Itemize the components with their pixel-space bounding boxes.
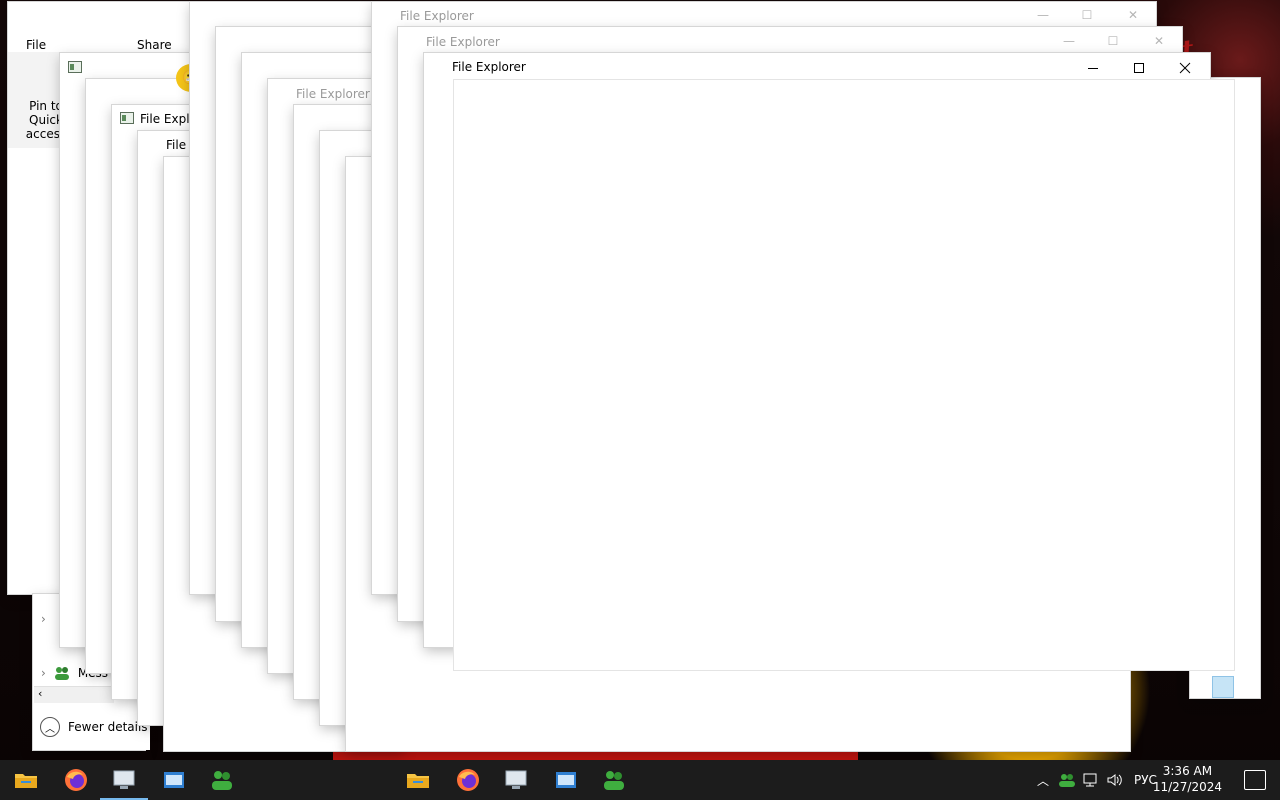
clock-date: 11/27/2024 [1152, 780, 1222, 794]
firefox-icon [65, 769, 87, 791]
taskbar-firefox[interactable] [62, 766, 90, 794]
taskbar: ︿ РУС 3:36 AM 11/27/2024 [0, 760, 1280, 800]
computer-icon [505, 770, 527, 789]
explorer-content-pane[interactable] [454, 80, 1234, 670]
chevron-up-icon: ︿ [40, 717, 60, 737]
folder-icon [407, 774, 429, 788]
network-icon[interactable] [1082, 772, 1100, 788]
window-app-icon [164, 772, 184, 788]
chevron-left-icon[interactable]: ‹ [38, 687, 42, 700]
window-title: File Explorer [426, 35, 500, 49]
users-icon [54, 667, 69, 680]
system-tray: ︿ РУС [1034, 760, 1157, 800]
taskbar-file-explorer-2[interactable] [404, 766, 432, 794]
taskbar-firefox-2[interactable] [454, 766, 482, 794]
taskbar-users-2[interactable] [600, 766, 628, 794]
close-button[interactable]: ✕ [1116, 4, 1150, 26]
close-button[interactable] [1162, 53, 1208, 83]
tab-share[interactable]: Share [137, 38, 172, 52]
tab-file[interactable]: File [26, 38, 46, 52]
taskbar-app[interactable] [160, 766, 188, 794]
minimize-button[interactable]: — [1026, 4, 1060, 26]
clock-time: 3:36 AM [1162, 764, 1213, 778]
firefox-icon [457, 769, 479, 791]
chevron-up-icon[interactable]: ︿ [1034, 772, 1052, 789]
minimize-button[interactable] [1070, 53, 1116, 83]
close-button[interactable]: ✕ [1142, 30, 1176, 52]
chevron-right-icon[interactable]: › [41, 612, 46, 626]
window-app-icon [556, 772, 576, 788]
action-center-icon[interactable] [1244, 770, 1266, 790]
clock[interactable]: 3:36 AM 11/27/2024 [1153, 763, 1222, 795]
wallpaper-red-strip [333, 752, 858, 760]
speaker-icon[interactable] [1106, 772, 1124, 788]
taskbar-app-2[interactable] [552, 766, 580, 794]
fewer-details-label: Fewer details [68, 720, 148, 734]
maximize-button[interactable] [1116, 53, 1162, 83]
computer-icon [113, 770, 135, 789]
users-icon [212, 771, 232, 790]
maximize-button[interactable]: ☐ [1096, 30, 1130, 52]
window-app-icon [68, 61, 82, 73]
fewer-details-button[interactable]: ︿ Fewer details [34, 704, 150, 750]
window-title: File Explorer [452, 60, 526, 74]
taskbar-remote-app-2[interactable] [502, 766, 530, 794]
window-app-icon [120, 112, 134, 124]
taskbar-file-explorer[interactable] [12, 766, 40, 794]
selection-rectangle [1212, 676, 1234, 698]
minimize-button[interactable]: — [1052, 30, 1086, 52]
users-icon[interactable] [1058, 772, 1076, 788]
taskbar-remote-app[interactable] [100, 766, 148, 800]
maximize-button[interactable]: ☐ [1070, 4, 1104, 26]
window-title: File Explo [140, 112, 197, 126]
taskbar-users[interactable] [208, 766, 236, 794]
chevron-right-icon: › [41, 666, 46, 680]
folder-icon [15, 774, 37, 788]
window-title: File Explorer [296, 87, 370, 101]
users-icon [604, 771, 624, 790]
window-title: File Explorer [400, 9, 474, 23]
horizontal-scrollbar[interactable]: ‹ [34, 686, 114, 703]
